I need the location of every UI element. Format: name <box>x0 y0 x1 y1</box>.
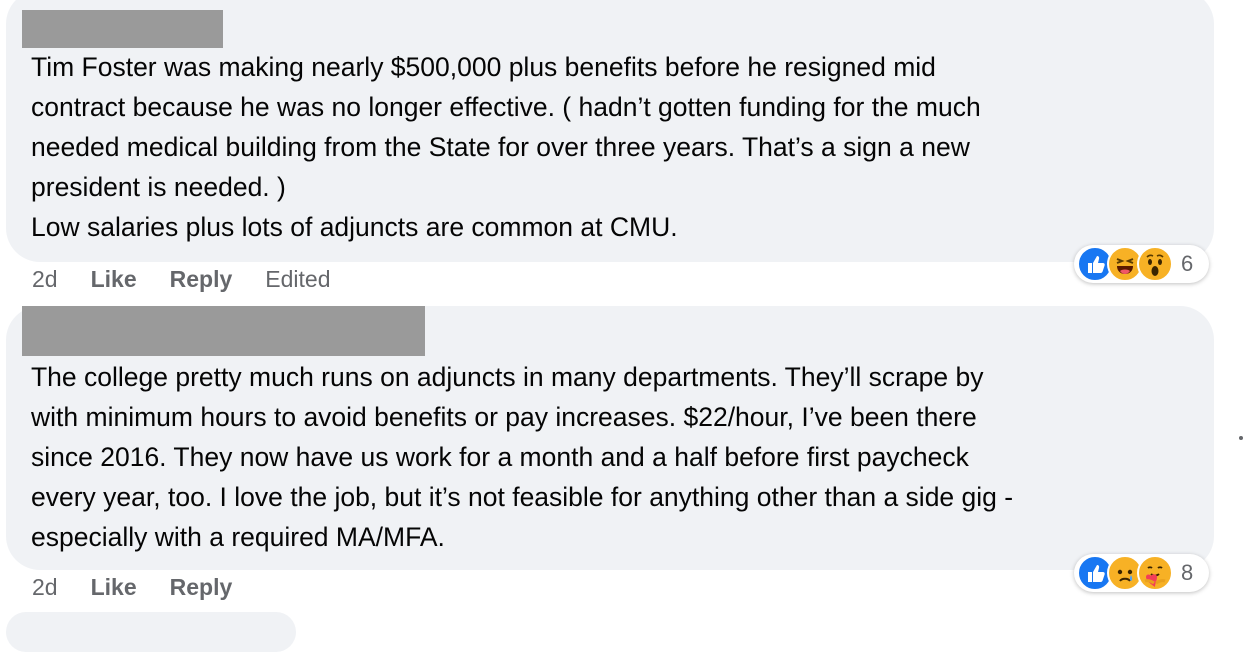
comment-text: The college pretty much runs on adjuncts… <box>31 362 1014 552</box>
dot-marker <box>1239 436 1243 440</box>
comment-age: 2d <box>32 574 58 600</box>
reaction-count[interactable]: 8 <box>1181 560 1193 586</box>
reactions-summary[interactable]: 6 <box>1074 245 1209 283</box>
comment-bubble-partial <box>6 612 296 652</box>
reactions-summary[interactable]: 8 <box>1074 554 1209 592</box>
comment-age: 2d <box>32 266 58 292</box>
comment-actions: 2d Like Reply Edited <box>32 266 330 293</box>
redacted-author-name <box>22 10 223 48</box>
comment-bubble: Tim Foster was making nearly $500,000 pl… <box>6 0 1214 262</box>
reaction-count[interactable]: 6 <box>1181 251 1193 277</box>
like-button[interactable]: Like <box>91 574 137 601</box>
reply-button[interactable]: Reply <box>170 266 233 293</box>
care-icon <box>1137 555 1173 591</box>
like-button[interactable]: Like <box>91 266 137 293</box>
edited-label[interactable]: Edited <box>265 266 330 293</box>
wow-icon <box>1137 246 1173 282</box>
comment-actions: 2d Like Reply <box>32 574 265 601</box>
comment-text: Tim Foster was making nearly $500,000 pl… <box>31 52 981 242</box>
reply-button[interactable]: Reply <box>170 574 233 601</box>
redacted-author-name <box>22 306 425 356</box>
comment-bubble: The college pretty much runs on adjuncts… <box>6 306 1214 570</box>
